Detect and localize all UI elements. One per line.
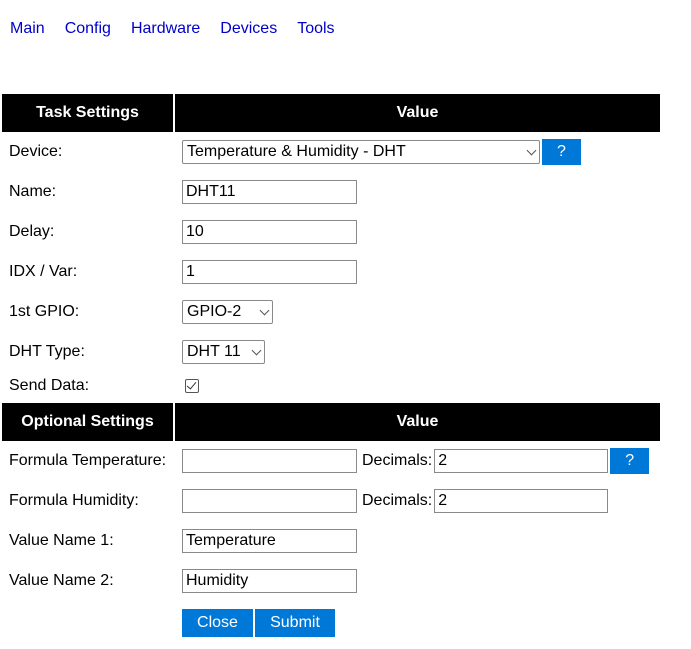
gpio-row: 1st GPIO: GPIO-2 [2, 292, 660, 332]
idx-label: IDX / Var: [9, 263, 78, 280]
formula-hum-input[interactable] [182, 489, 357, 513]
optional-value-header-label: Value [175, 403, 660, 441]
send-data-label: Send Data: [9, 377, 90, 394]
top-nav: Main Config Hardware Devices Tools [10, 20, 355, 38]
name-value-cell [175, 180, 660, 204]
task-settings-table: Task Settings Value Device: Temperature … [2, 94, 660, 645]
decimals-hum-label: Decimals: [362, 492, 433, 509]
value-name1-label: Value Name 1: [9, 532, 114, 549]
device-label: Device: [9, 143, 63, 160]
nav-hardware[interactable]: Hardware [131, 20, 200, 38]
dht-type-row: DHT Type: DHT 11 [2, 332, 660, 372]
send-data-row: Send Data: [2, 372, 660, 400]
formula-hum-row: Formula Humidity: Decimals: [2, 481, 660, 521]
gpio-value-cell: GPIO-2 [175, 300, 660, 324]
nav-main[interactable]: Main [10, 20, 45, 38]
value-name1-value-cell [175, 529, 660, 553]
value-header-label: Value [175, 94, 660, 132]
value-name2-row: Value Name 2: [2, 561, 660, 601]
name-label: Name: [9, 183, 57, 200]
device-select-value: Temperature & Humidity - DHT [187, 143, 406, 160]
name-input[interactable] [182, 180, 357, 204]
gpio-label: 1st GPIO: [9, 303, 80, 320]
task-settings-header: Task Settings Value [2, 94, 660, 132]
value-name2-label: Value Name 2: [9, 572, 114, 589]
task-settings-header-label: Task Settings [2, 94, 173, 132]
formula-help-button[interactable]: ? [610, 448, 650, 474]
decimals-temp-label: Decimals: [362, 452, 433, 469]
device-value-cell: Temperature & Humidity - DHT ? [175, 139, 660, 165]
device-select[interactable]: Temperature & Humidity - DHT [182, 140, 540, 164]
device-help-button[interactable]: ? [542, 139, 581, 165]
buttons-row: Close Submit [2, 601, 660, 645]
dht-type-select-value: DHT 11 [187, 343, 241, 360]
formula-temp-value-cell: Decimals: ? [175, 448, 660, 474]
delay-row: Delay: [2, 212, 660, 252]
value-name1-row: Value Name 1: [2, 521, 660, 561]
idx-row: IDX / Var: [2, 252, 660, 292]
decimals-hum-input[interactable] [434, 489, 609, 513]
nav-tools[interactable]: Tools [297, 20, 334, 38]
name-row: Name: [2, 172, 660, 212]
nav-config[interactable]: Config [65, 20, 111, 38]
delay-value-cell [175, 220, 660, 244]
chevron-down-icon [526, 145, 537, 155]
gpio-select[interactable]: GPIO-2 [182, 300, 273, 324]
formula-temp-label: Formula Temperature: [9, 452, 167, 469]
value-name1-input[interactable] [182, 529, 357, 553]
optional-settings-header-label: Optional Settings [2, 403, 173, 441]
formula-hum-label: Formula Humidity: [9, 492, 139, 509]
formula-hum-value-cell: Decimals: [175, 489, 660, 513]
idx-input[interactable] [182, 260, 357, 284]
dht-type-label: DHT Type: [9, 343, 85, 360]
device-row: Device: Temperature & Humidity - DHT ? [2, 132, 660, 172]
chevron-down-icon [259, 305, 270, 315]
send-data-checkbox[interactable] [185, 379, 199, 393]
nav-devices[interactable]: Devices [220, 20, 277, 38]
close-button[interactable]: Close [182, 609, 253, 637]
send-data-value-cell [175, 379, 660, 393]
formula-temp-row: Formula Temperature: Decimals: ? [2, 441, 660, 481]
buttons-cell: Close Submit [175, 609, 660, 637]
decimals-temp-input[interactable] [434, 449, 609, 473]
submit-button[interactable]: Submit [255, 609, 335, 637]
idx-value-cell [175, 260, 660, 284]
formula-temp-input[interactable] [182, 449, 357, 473]
value-name2-input[interactable] [182, 569, 357, 593]
chevron-down-icon [251, 345, 262, 355]
delay-input[interactable] [182, 220, 357, 244]
dht-type-select[interactable]: DHT 11 [182, 340, 265, 364]
dht-type-value-cell: DHT 11 [175, 340, 660, 364]
value-name2-value-cell [175, 569, 660, 593]
delay-label: Delay: [9, 223, 55, 240]
gpio-select-value: GPIO-2 [187, 303, 242, 320]
optional-settings-header: Optional Settings Value [2, 403, 660, 441]
